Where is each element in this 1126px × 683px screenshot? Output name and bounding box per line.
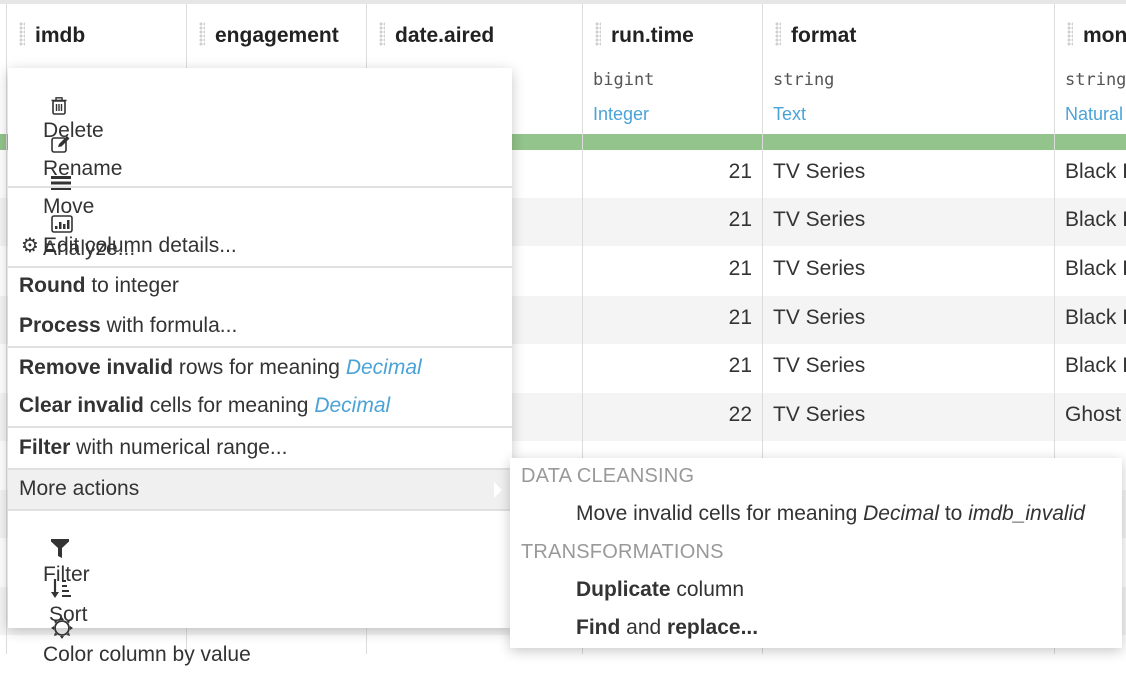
- cell-format[interactable]: TV Series: [773, 257, 1043, 281]
- submenu-item-move-invalid[interactable]: Move invalid cells for meaning Decimal t…: [576, 502, 1085, 526]
- meaning-name: Decimal: [863, 502, 939, 525]
- submenu-item-label: Move invalid cells for meaning: [576, 502, 864, 525]
- menu-item-round[interactable]: Round to integer: [8, 267, 512, 307]
- column-context-menu: Delete Rename Move Analyze... ⚙ Edit colu…: [8, 68, 512, 666]
- column-meaning[interactable]: Natural: [1065, 104, 1123, 125]
- column-storage-type: string: [773, 70, 835, 90]
- column-storage-type: bigint: [593, 70, 655, 90]
- sun-icon: [19, 595, 73, 667]
- cell-mons[interactable]: Black I: [1065, 160, 1126, 184]
- menu-item-edit-column-details[interactable]: ⚙ Edit column details...: [8, 226, 512, 266]
- menu-item-process-formula[interactable]: Process with formula...: [8, 307, 512, 347]
- submenu-item-label: column: [670, 578, 745, 601]
- menu-item-more-actions[interactable]: More actions: [8, 470, 512, 510]
- menu-item-label: with numerical range...: [70, 436, 288, 459]
- menu-separator: [8, 426, 512, 428]
- drag-handle-icon[interactable]: [775, 22, 781, 46]
- column-storage-type: string: [1065, 70, 1126, 90]
- cell-mons[interactable]: Black I: [1065, 306, 1126, 330]
- drag-handle-icon[interactable]: [19, 22, 25, 46]
- cell-format[interactable]: TV Series: [773, 403, 1043, 427]
- menu-item-color-by-value[interactable]: Color column by value: [8, 588, 512, 666]
- cell-run-time[interactable]: 21: [582, 160, 752, 184]
- more-actions-submenu: DATA CLEANSING Move invalid cells for me…: [510, 458, 1122, 648]
- submenu-item-label: to: [939, 502, 969, 525]
- cell-run-time[interactable]: 21: [582, 306, 752, 330]
- cell-mons[interactable]: Ghost: [1065, 403, 1126, 427]
- menu-item-filter[interactable]: Filter: [8, 510, 512, 586]
- cell-format[interactable]: TV Series: [773, 208, 1043, 232]
- gear-icon: ⚙: [21, 235, 39, 257]
- column-name: engagement: [215, 24, 339, 47]
- submenu-item-bold: replace...: [667, 616, 759, 639]
- menu-item-bold: Process: [19, 314, 101, 337]
- menu-item-analyze[interactable]: Analyze...: [8, 186, 512, 260]
- menu-item-bold: Round: [19, 274, 86, 297]
- submenu-item-bold: Duplicate: [576, 578, 671, 601]
- cell-run-time[interactable]: 21: [582, 257, 752, 281]
- menu-item-move[interactable]: Move: [8, 146, 512, 218]
- cell-mons[interactable]: Black I: [1065, 354, 1126, 378]
- column-name: mons: [1083, 24, 1126, 47]
- meaning-link: Decimal: [314, 394, 391, 417]
- drag-handle-icon[interactable]: [379, 22, 385, 46]
- menu-item-bold: Remove invalid: [19, 356, 174, 379]
- menu-item-label: rows for meaning: [173, 356, 346, 379]
- menu-item-label: Edit column details...: [43, 234, 237, 257]
- menu-item-label: cells for meaning: [143, 394, 315, 417]
- drag-handle-icon[interactable]: [595, 22, 601, 46]
- drag-handle-icon[interactable]: [1067, 22, 1073, 46]
- column-name: run.time: [611, 24, 694, 47]
- menu-separator: [8, 346, 512, 348]
- cell-format[interactable]: TV Series: [773, 306, 1043, 330]
- column-meaning[interactable]: Text: [773, 104, 806, 125]
- menu-item-bold: Filter: [19, 436, 71, 459]
- menu-item-label: More actions: [19, 477, 140, 500]
- submenu-item-duplicate-column[interactable]: Duplicate column: [576, 578, 744, 602]
- submenu-item-label: and: [620, 616, 668, 639]
- meaning-link: Decimal: [345, 356, 422, 379]
- menu-item-rename[interactable]: Rename: [8, 106, 512, 180]
- cell-mons[interactable]: Black I: [1065, 257, 1126, 281]
- cell-format[interactable]: TV Series: [773, 160, 1043, 184]
- cell-run-time[interactable]: 21: [582, 208, 752, 232]
- column-divider: [6, 4, 7, 654]
- cell-format[interactable]: TV Series: [773, 354, 1043, 378]
- submenu-section-header: TRANSFORMATIONS: [521, 541, 724, 563]
- menu-item-clear-invalid[interactable]: Clear invalid cells for meaning Decimal: [8, 387, 512, 427]
- menu-item-delete[interactable]: Delete: [8, 68, 512, 142]
- submenu-arrow-icon: [494, 482, 502, 498]
- menu-item-bold: Clear invalid: [19, 394, 144, 417]
- column-name: imdb: [35, 24, 86, 47]
- cell-run-time[interactable]: 22: [582, 403, 752, 427]
- menu-item-label: with formula...: [100, 314, 238, 337]
- menu-item-filter-numerical-range[interactable]: Filter with numerical range...: [8, 429, 512, 469]
- menu-item-label: to integer: [85, 274, 179, 297]
- drag-handle-icon[interactable]: [199, 22, 205, 46]
- target-column-name: imdb_invalid: [968, 502, 1085, 525]
- submenu-item-find-replace[interactable]: Find and replace...: [576, 616, 758, 640]
- submenu-item-bold: Find: [576, 616, 621, 639]
- column-name: date.aired: [395, 24, 495, 47]
- submenu-section-header: DATA CLEANSING: [521, 465, 695, 487]
- menu-item-remove-invalid[interactable]: Remove invalid rows for meaning Decimal: [8, 349, 512, 389]
- menu-item-sort[interactable]: Sort: [8, 550, 512, 626]
- column-meaning[interactable]: Integer: [593, 104, 649, 125]
- menu-item-label: Color column by value: [43, 643, 251, 666]
- cell-run-time[interactable]: 21: [582, 354, 752, 378]
- cell-mons[interactable]: Black I: [1065, 208, 1126, 232]
- column-name: format: [791, 24, 857, 47]
